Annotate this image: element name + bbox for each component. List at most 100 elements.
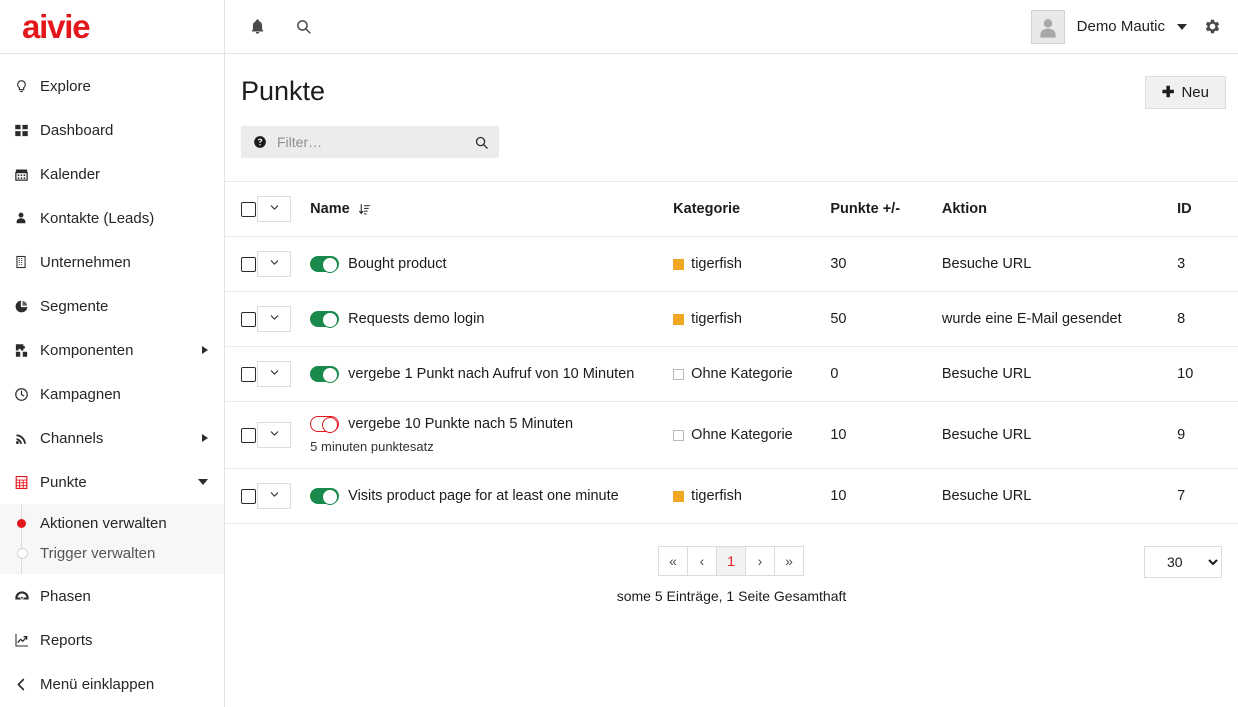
- question-circle-icon[interactable]: [253, 135, 267, 149]
- inactive-dot-icon: [14, 547, 40, 559]
- row-category: Ohne Kategorie: [691, 427, 793, 443]
- sidebar-label: Kalender: [40, 165, 101, 183]
- row-checkbox[interactable]: [241, 427, 256, 443]
- row-checkbox[interactable]: [241, 366, 256, 382]
- chevron-left-icon: [14, 677, 40, 692]
- row-name-cell: vergebe 1 Punkt nach Aufruf von 10 Minut…: [310, 346, 674, 402]
- bulk-actions-dropdown[interactable]: [257, 196, 292, 222]
- gear-icon[interactable]: [1203, 17, 1222, 36]
- filter-section: [225, 109, 1238, 158]
- chevron-right-icon: [202, 434, 208, 442]
- publish-toggle[interactable]: [310, 256, 340, 273]
- column-header-punkte[interactable]: Punkte +/-: [830, 181, 942, 237]
- pagination-prev[interactable]: ‹: [686, 546, 717, 576]
- select-all-checkbox[interactable]: [241, 201, 256, 217]
- per-page-select[interactable]: 103050100: [1144, 546, 1222, 578]
- row-name-cell: Bought product: [310, 236, 674, 292]
- row-id: 10: [1177, 346, 1238, 402]
- punkte-submenu: Aktionen verwalten Trigger verwalten: [0, 504, 224, 574]
- sidebar-item-punkte[interactable]: Punkte: [0, 460, 224, 504]
- row-menu-cell: [257, 236, 311, 292]
- publish-toggle[interactable]: [310, 416, 340, 433]
- row-menu-cell: [257, 291, 311, 347]
- row-action: Besuche URL: [941, 346, 1178, 402]
- row-actions-dropdown[interactable]: [257, 483, 292, 509]
- category-color-swatch: [673, 313, 685, 325]
- new-button[interactable]: ✚ Neu: [1144, 76, 1226, 109]
- row-category-cell: Ohne Kategorie: [673, 346, 831, 402]
- publish-toggle[interactable]: [310, 366, 340, 383]
- pagination-next[interactable]: ›: [744, 546, 775, 576]
- user-menu[interactable]: Demo Mautic: [1030, 9, 1187, 44]
- sidebar-item-kontakte[interactable]: Kontakte (Leads): [0, 196, 224, 240]
- row-points: 30: [830, 236, 942, 292]
- row-actions-dropdown[interactable]: [257, 306, 292, 332]
- row-checkbox[interactable]: [241, 256, 256, 272]
- sidebar-item-komponenten[interactable]: Komponenten: [0, 328, 224, 372]
- sidebar-label: Phasen: [40, 587, 91, 605]
- calculator-icon: [14, 475, 40, 490]
- row-actions-dropdown[interactable]: [257, 422, 292, 448]
- search-icon[interactable]: [291, 15, 315, 39]
- row-actions-dropdown[interactable]: [257, 251, 292, 277]
- bell-icon[interactable]: [245, 15, 269, 39]
- sidebar-label: Kampagnen: [40, 385, 121, 403]
- puzzle-icon: [14, 343, 40, 358]
- pagination-page-1[interactable]: 1: [715, 546, 746, 576]
- sidebar-sublabel: Trigger verwalten: [40, 544, 156, 562]
- pagination-section: « ‹ 1 › » some 5 Einträge, 1 Seite Gesam…: [225, 524, 1238, 604]
- sidebar-label: Segmente: [40, 297, 109, 315]
- sidebar-item-reports[interactable]: Reports: [0, 618, 224, 662]
- category-color-swatch: [673, 490, 685, 502]
- body-area: Explore Dashboard Kalender Kontakte (Lea…: [0, 54, 1238, 707]
- sidebar-item-kampagnen[interactable]: Kampagnen: [0, 372, 224, 416]
- sidebar-label: Komponenten: [40, 341, 134, 359]
- sidebar-item-phasen[interactable]: Phasen: [0, 574, 224, 618]
- row-name[interactable]: Visits product page for at least one min…: [348, 488, 619, 504]
- row-checkbox[interactable]: [241, 311, 256, 327]
- sidebar-item-explore[interactable]: Explore: [0, 64, 224, 108]
- publish-toggle[interactable]: [310, 488, 340, 505]
- search-icon[interactable]: [474, 135, 489, 150]
- column-header-aktion[interactable]: Aktion: [941, 181, 1178, 237]
- main-content: Punkte ✚ Neu Filter… Name Kategorie Punk…: [225, 54, 1238, 707]
- sidebar-label: Reports: [40, 631, 93, 649]
- row-id: 9: [1177, 401, 1238, 469]
- row-name[interactable]: vergebe 10 Punkte nach 5 Minuten: [348, 416, 573, 432]
- row-checkbox[interactable]: [241, 488, 256, 504]
- column-header-kategorie[interactable]: Kategorie: [673, 181, 831, 237]
- sidebar-item-kalender[interactable]: Kalender: [0, 152, 224, 196]
- row-category: tigerfish: [691, 488, 742, 504]
- brand-logo[interactable]: aivie: [0, 0, 225, 53]
- row-name[interactable]: Requests demo login: [348, 311, 484, 327]
- building-icon: [14, 255, 40, 269]
- row-points: 10: [830, 468, 942, 524]
- speedometer-icon: [14, 588, 40, 604]
- row-action: Besuche URL: [941, 236, 1178, 292]
- sidebar-item-dashboard[interactable]: Dashboard: [0, 108, 224, 152]
- column-header-id[interactable]: ID: [1177, 181, 1238, 237]
- row-points: 10: [830, 401, 942, 469]
- column-header-name[interactable]: Name: [310, 181, 674, 237]
- category-color-swatch: [673, 368, 685, 380]
- row-name[interactable]: vergebe 1 Punkt nach Aufruf von 10 Minut…: [348, 366, 634, 382]
- row-action: Besuche URL: [941, 401, 1178, 469]
- search-input[interactable]: [277, 134, 464, 150]
- top-bar: aivie Demo Mautic: [0, 0, 1238, 54]
- sidebar-item-unternehmen[interactable]: Unternehmen: [0, 240, 224, 284]
- chevron-down-icon: [269, 201, 280, 217]
- row-category: tigerfish: [691, 256, 742, 272]
- sidebar-subitem-aktionen-verwalten[interactable]: Aktionen verwalten: [0, 508, 224, 538]
- row-action: Besuche URL: [941, 468, 1178, 524]
- publish-toggle[interactable]: [310, 311, 340, 328]
- sidebar-item-segmente[interactable]: Segmente: [0, 284, 224, 328]
- row-actions-dropdown[interactable]: [257, 361, 292, 387]
- pagination-last[interactable]: »: [773, 546, 804, 576]
- sidebar-item-menu-collapse[interactable]: Menü einklappen: [0, 662, 224, 706]
- sidebar-subitem-trigger-verwalten[interactable]: Trigger verwalten: [0, 538, 224, 568]
- sidebar-item-channels[interactable]: Channels: [0, 416, 224, 460]
- sidebar-sublabel: Aktionen verwalten: [40, 514, 167, 532]
- pagination-first[interactable]: «: [657, 546, 688, 576]
- row-name[interactable]: Bought product: [348, 256, 446, 272]
- row-menu-cell: [257, 346, 311, 402]
